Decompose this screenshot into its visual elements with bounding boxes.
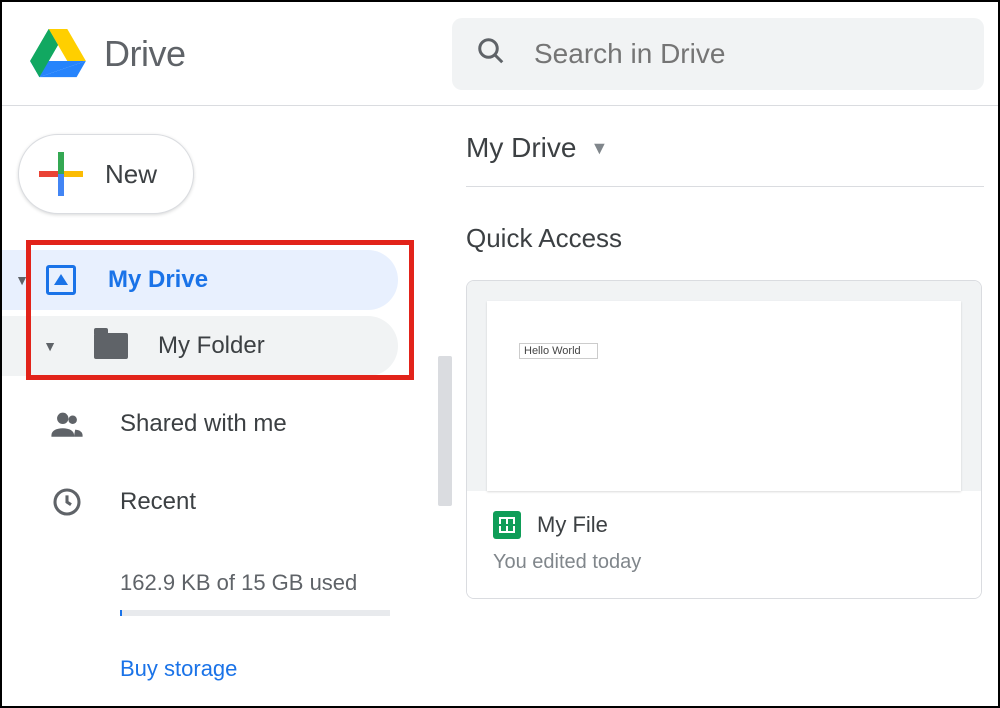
sidebar: New ▼ My Drive ▼ My Folder Sh [2, 106, 430, 706]
sidebar-item-label: Shared with me [120, 410, 287, 438]
folder-icon [88, 333, 134, 359]
people-icon [44, 407, 90, 441]
quick-access-title: Quick Access [466, 223, 984, 254]
file-meta: My File You edited today [467, 491, 981, 598]
storage-usage-text: 162.9 KB of 15 GB used [120, 570, 430, 596]
sidebar-item-shared-with-me[interactable]: Shared with me [2, 394, 430, 454]
body: New ▼ My Drive ▼ My Folder Sh [2, 106, 998, 706]
buy-storage-link[interactable]: Buy storage [120, 656, 237, 682]
chevron-down-icon: ▼ [590, 138, 608, 159]
breadcrumb[interactable]: My Drive ▼ [466, 132, 984, 187]
file-name: My File [537, 512, 608, 538]
file-card[interactable]: Hello World My File You edited today [466, 280, 982, 599]
sidebar-item-label: My Folder [158, 332, 265, 360]
file-subtitle: You edited today [493, 551, 955, 574]
sheets-icon [493, 511, 521, 539]
search-wrap [452, 18, 998, 90]
clock-icon [44, 486, 90, 518]
logo-area[interactable]: Drive [2, 29, 452, 79]
storage-section: 162.9 KB of 15 GB used Buy storage [2, 570, 430, 682]
sidebar-item-recent[interactable]: Recent [2, 472, 430, 532]
new-button-label: New [105, 159, 157, 190]
sidebar-item-my-drive[interactable]: ▼ My Drive [2, 250, 398, 310]
thumbnail-cell-text: Hello World [519, 343, 598, 359]
nav-tree: ▼ My Drive ▼ My Folder Shared with me [2, 250, 430, 682]
scrollbar[interactable] [438, 356, 452, 506]
search-input[interactable] [534, 38, 960, 70]
drive-square-icon [38, 265, 84, 295]
search-bar[interactable] [452, 18, 984, 90]
sidebar-item-label: My Drive [108, 266, 208, 294]
main-panel: My Drive ▼ Quick Access Hello World My F… [430, 106, 998, 706]
header: Drive [2, 2, 998, 106]
file-thumbnail-content: Hello World [487, 301, 961, 491]
storage-bar [120, 610, 390, 616]
caret-down-icon[interactable]: ▼ [40, 338, 60, 354]
caret-down-icon[interactable]: ▼ [12, 272, 32, 288]
breadcrumb-label: My Drive [466, 132, 576, 164]
file-thumbnail: Hello World [467, 281, 981, 491]
sidebar-item-label: Recent [120, 488, 196, 516]
drive-logo-icon [30, 29, 86, 79]
plus-icon [39, 152, 83, 196]
new-button[interactable]: New [18, 134, 194, 214]
sidebar-item-my-folder[interactable]: ▼ My Folder [2, 316, 398, 376]
app-title: Drive [104, 33, 186, 75]
search-icon [476, 36, 506, 71]
